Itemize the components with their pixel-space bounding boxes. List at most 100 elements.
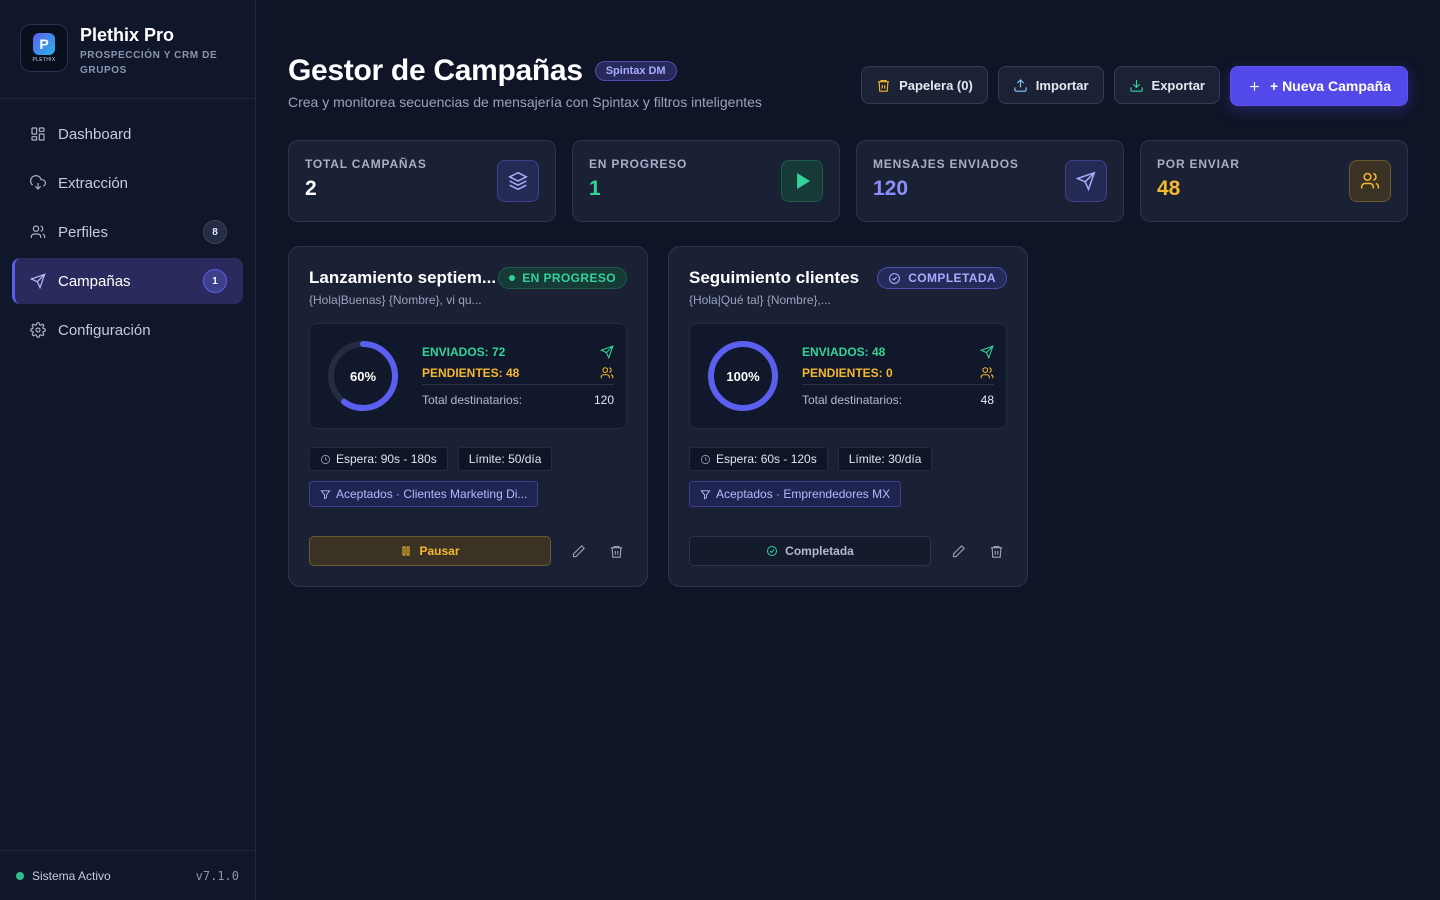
logo-text: PLETHIX [32, 57, 56, 63]
completed-button-label: Completada [785, 544, 854, 558]
sent-count: ENVIADOS: 72 [422, 345, 506, 359]
campaign-card: Seguimiento clientes COMPLETADA {Hola|Qu… [668, 246, 1028, 587]
page-title: Gestor de Campañas [288, 54, 583, 87]
gear-icon [30, 322, 46, 338]
send-icon [30, 273, 46, 289]
progress-percent: 60% [349, 368, 377, 384]
total-value: 120 [593, 393, 614, 407]
delete-button[interactable] [985, 540, 1007, 562]
clock-icon [320, 454, 331, 464]
sidebar-item-dashboard[interactable]: Dashboard [12, 111, 243, 157]
sidebar: P PLETHIX Plethix Pro PROSPECCIÓN Y CRM … [0, 0, 256, 900]
upload-icon [1014, 78, 1027, 92]
completed-button[interactable]: Completada [689, 536, 931, 566]
delete-button[interactable] [605, 540, 627, 562]
status-badge: EN PROGRESO [498, 267, 627, 289]
pause-button[interactable]: Pausar [309, 536, 551, 566]
stat-card-total: TOTAL CAMPAÑAS 2 [288, 140, 556, 222]
play-icon [781, 160, 823, 202]
sidebar-item-label: Extracción [58, 174, 129, 192]
progress-ring: 100% [706, 339, 780, 413]
system-status-label: Sistema Activo [32, 868, 111, 883]
app-logo[interactable]: P PLETHIX [20, 24, 68, 72]
system-status: Sistema Activo v7.1.0 [0, 850, 255, 900]
limit-chip: Límite: 30/día [837, 447, 933, 471]
total-value: 48 [980, 393, 994, 407]
brand: P PLETHIX Plethix Pro PROSPECCIÓN Y CRM … [0, 0, 255, 99]
send-icon [1065, 160, 1107, 202]
sidebar-item-configuracion[interactable]: Configuración [12, 307, 243, 353]
export-button-label: Exportar [1151, 77, 1205, 93]
campaign-message-preview: {Hola|Qué tal} {Nombre},... [689, 293, 831, 307]
campaign-title: Seguimiento clientes [689, 268, 860, 287]
sidebar-item-label: Perfiles [58, 223, 109, 241]
campaign-cards: Lanzamiento septiem... EN PROGRESO {Hola… [288, 246, 1028, 587]
users-icon [30, 224, 46, 240]
cloud-download-icon [30, 175, 46, 191]
campaign-message-preview: {Hola|Buenas} {Nombre}, vi qu... [309, 293, 482, 307]
new-campaign-button[interactable]: + Nueva Campaña [1230, 66, 1408, 106]
pause-icon [402, 546, 410, 556]
status-badge: COMPLETADA [877, 267, 1007, 289]
app-tagline: PROSPECCIÓN Y CRM DE GRUPOS [80, 50, 218, 76]
progress-ring: 60% [326, 339, 400, 413]
plus-icon [1250, 81, 1259, 91]
export-button[interactable]: Exportar [1113, 66, 1220, 104]
progress-panel: 100% ENVIADOS: 48 PENDIENTES: 0 Total de… [689, 323, 1007, 429]
send-icon [600, 345, 614, 359]
filter-label: Aceptados · Clientes Marketing Di... [336, 487, 528, 501]
edit-button[interactable] [947, 540, 969, 562]
download-icon [1129, 79, 1143, 92]
limit-label: Límite: 50/día [468, 452, 542, 466]
grid-icon [30, 126, 46, 142]
send-icon [980, 345, 994, 359]
sent-count: ENVIADOS: 48 [802, 345, 886, 359]
wait-label: Espera: 90s - 180s [336, 452, 437, 466]
filter-icon [320, 489, 331, 499]
app-version: v7.1.0 [195, 868, 239, 883]
stat-card-pending: POR ENVIAR 48 [1140, 140, 1408, 222]
stats-row: TOTAL CAMPAÑAS 2 EN PROGRESO 1 MENSAJES … [288, 140, 1408, 222]
trash-icon [610, 545, 622, 558]
count-badge: 1 [203, 269, 227, 293]
sidebar-item-label: Configuración [58, 321, 151, 339]
new-campaign-label: + Nueva Campaña [1270, 78, 1391, 94]
count-badge: 8 [203, 220, 227, 244]
limit-chip: Límite: 50/día [457, 447, 553, 471]
edit-button[interactable] [567, 540, 589, 562]
total-label: Total destinatarios: [802, 393, 903, 407]
status-dot [509, 275, 516, 281]
pencil-icon [952, 544, 965, 557]
clock-icon [700, 454, 711, 464]
logo-icon: P [33, 33, 55, 55]
trash-button[interactable]: Papelera (0) [861, 66, 988, 104]
trash-icon [877, 79, 890, 92]
pending-count: PENDIENTES: 48 [422, 365, 520, 380]
import-button[interactable]: Importar [997, 66, 1104, 104]
sidebar-item-campanas[interactable]: Campañas 1 [12, 258, 243, 304]
trash-icon [990, 545, 1002, 558]
wait-chip: Espera: 60s - 120s [689, 447, 828, 471]
filter-chip: Aceptados · Clientes Marketing Di... [309, 481, 539, 507]
wait-label: Espera: 60s - 120s [716, 452, 817, 466]
filter-icon [700, 489, 711, 499]
sidebar-item-label: Campañas [58, 272, 131, 290]
header-actions: Papelera (0) Importar Exportar + Nueva C… [861, 66, 1408, 106]
users-icon [600, 366, 614, 378]
sidebar-nav: Dashboard Extracción Perfiles 8 Campañas… [0, 99, 255, 368]
pause-button-label: Pausar [419, 544, 460, 558]
pencil-icon [572, 544, 585, 557]
sidebar-item-perfiles[interactable]: Perfiles 8 [12, 209, 243, 255]
stat-card-in-progress: EN PROGRESO 1 [572, 140, 840, 222]
sidebar-item-extraccion[interactable]: Extracción [12, 160, 243, 206]
sidebar-item-label: Dashboard [58, 125, 132, 143]
page-header: Gestor de Campañas Spintax DM Crea y mon… [288, 54, 1408, 124]
users-icon [1349, 160, 1391, 202]
progress-panel: 60% ENVIADOS: 72 PENDIENTES: 48 Total de… [309, 323, 627, 429]
status-label: COMPLETADA [908, 271, 996, 285]
status-label: EN PROGRESO [522, 271, 616, 285]
limit-label: Límite: 30/día [848, 452, 922, 466]
check-circle-icon [767, 546, 778, 556]
status-dot [16, 871, 24, 880]
check-circle-icon [889, 272, 901, 284]
